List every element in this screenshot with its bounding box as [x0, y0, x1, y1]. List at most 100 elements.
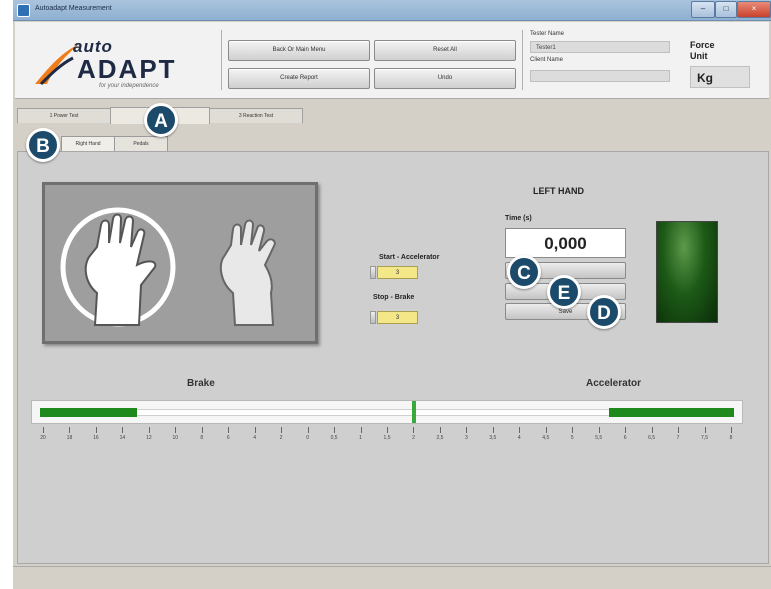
- scale-tick-label: 3: [464, 435, 468, 441]
- scale-tick-label: 8: [729, 435, 733, 441]
- scale-tick-label: 7,5: [701, 435, 709, 441]
- tester-name-field[interactable]: Tester1: [530, 41, 670, 53]
- force-unit-field[interactable]: Kg: [690, 66, 750, 88]
- scale-tick-label: 0: [306, 435, 309, 441]
- time-label: Time (s): [505, 215, 532, 222]
- scale-tick: [545, 427, 547, 433]
- scale-tick: [413, 427, 415, 433]
- subtab-right-hand[interactable]: Right Hand: [61, 136, 115, 152]
- reset-all-button[interactable]: Reset All: [374, 40, 516, 61]
- main-tabs: 1 Power Test 3 Reaction Test: [15, 107, 769, 124]
- scale-tick-label: 1: [359, 435, 362, 441]
- hands-icon: [60, 207, 276, 327]
- scale-tick: [731, 427, 732, 433]
- scale-tick: [360, 427, 362, 433]
- scale-tick-label: 1,5: [383, 435, 391, 441]
- left-hand-title: LEFT HAND: [533, 186, 584, 196]
- slider-scale: 20 18 16 14 12 10 8 6 4 2 0 0,5 1 1,5 2 2,5 3 3,5 4 4,5 5 5,5…: [31, 425, 743, 445]
- window-title: Autoadapt Measurement: [35, 5, 112, 12]
- scale-tick: [122, 427, 124, 433]
- unit-label: Unit: [690, 51, 708, 61]
- accelerator-label: Accelerator: [586, 378, 642, 389]
- scale-tick: [492, 427, 494, 433]
- marker-d: D: [587, 295, 621, 329]
- stop-brake-field[interactable]: 3: [377, 311, 418, 324]
- logo-tagline: for your independence: [99, 83, 159, 89]
- scale-tick-label: 7: [676, 435, 680, 441]
- scale-tick-label: 16: [93, 435, 99, 441]
- scale-tick-label: 18: [66, 435, 73, 441]
- logo-adapt: ADAPT: [77, 54, 177, 84]
- scale-tick-label: 5: [570, 435, 574, 441]
- tester-name-label: Tester Name: [530, 31, 565, 37]
- scale-tick: [281, 427, 283, 433]
- brake-accelerator-slider[interactable]: [31, 400, 743, 424]
- scale-tick: [69, 427, 71, 433]
- scale-tick-label: 10: [172, 435, 179, 441]
- scale-tick: [334, 427, 336, 433]
- force-label: Force: [690, 40, 715, 50]
- scale-tick: [466, 427, 468, 433]
- scale-tick: [572, 427, 574, 433]
- brake-fill: [40, 408, 137, 417]
- scale-tick-label: 4,5: [542, 435, 550, 441]
- back-main-menu-button[interactable]: Back Or Main Menu: [228, 40, 370, 61]
- scale-tick-label: 4: [517, 435, 521, 441]
- title-bar: Autoadapt Measurement – □ ×: [13, 0, 771, 21]
- scale-tick-label: 20: [40, 435, 46, 441]
- scale-tick: [175, 427, 177, 433]
- start-accelerator-field[interactable]: 3: [377, 266, 418, 279]
- start-accelerator-label: Start - Accelerator: [379, 254, 440, 261]
- time-display: 0,000: [505, 228, 626, 258]
- scale-tick: [307, 427, 309, 433]
- start-increment[interactable]: [370, 266, 376, 279]
- slider-thumb[interactable]: [412, 401, 416, 423]
- scale-tick-label: 3,5: [489, 435, 497, 441]
- stop-increment[interactable]: [370, 311, 376, 324]
- scale-tick-label: 6: [226, 435, 230, 441]
- scale-tick-label: 5,5: [595, 435, 603, 441]
- minimize-button[interactable]: –: [691, 1, 715, 18]
- status-led-indicator: [656, 221, 718, 323]
- app-icon: [17, 4, 30, 17]
- scale-tick: [95, 427, 97, 433]
- scale-tick: [201, 427, 203, 433]
- tab-reaction-test[interactable]: 3 Reaction Test: [209, 108, 303, 123]
- stop-brake-label: Stop - Brake: [373, 294, 415, 301]
- scale-tick: [598, 427, 600, 433]
- header: auto ADAPT for your independence Back Or…: [15, 22, 769, 99]
- marker-a: A: [144, 103, 178, 137]
- marker-b: B: [26, 128, 60, 162]
- scale-tick-label: 6,5: [648, 435, 656, 441]
- scale-tick: [678, 427, 680, 433]
- scale-tick-label: 4: [253, 435, 257, 441]
- scale-tick-label: 14: [119, 435, 126, 441]
- scale-tick-label: 2: [412, 435, 415, 441]
- scale-tick-label: 2,5: [436, 435, 444, 441]
- scale-tick: [387, 427, 388, 433]
- maximize-button[interactable]: □: [715, 1, 737, 18]
- scale-tick: [625, 427, 627, 433]
- scale-tick-label: 8: [200, 435, 204, 441]
- create-report-button[interactable]: Create Report: [228, 68, 370, 89]
- marker-e: E: [547, 275, 581, 309]
- scale-tick-label: 0,5: [330, 435, 338, 441]
- client-name-label: Client Name: [530, 57, 564, 63]
- hand-illustration: [42, 182, 318, 344]
- scale-tick: [651, 427, 653, 433]
- scale-tick: [439, 427, 441, 433]
- scale-tick-label: 2: [279, 435, 283, 441]
- scale-tick-label: 6: [623, 435, 627, 441]
- header-divider: [221, 30, 222, 90]
- app-window: Autoadapt Measurement – □ × auto ADAPT f…: [13, 0, 771, 589]
- accelerator-fill: [609, 408, 734, 417]
- status-bar: [13, 566, 771, 589]
- close-button[interactable]: ×: [737, 1, 771, 18]
- client-name-field[interactable]: [530, 70, 670, 82]
- subtab-pedals[interactable]: Pedals: [114, 136, 168, 152]
- undo-button[interactable]: Undo: [374, 68, 516, 89]
- autoadapt-logo: auto ADAPT for your independence: [33, 34, 223, 94]
- scale-tick-label: 12: [146, 435, 152, 441]
- tab-power-test[interactable]: 1 Power Test: [17, 108, 111, 123]
- scale-tick: [228, 427, 230, 433]
